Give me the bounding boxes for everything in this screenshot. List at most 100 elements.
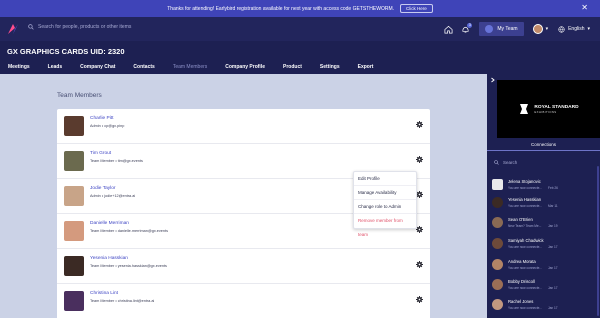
company-title: GX GRAPHICS CARDS UID: 2320 [7,47,125,56]
member-meta: Team Member • tim@gx.events [90,159,143,163]
contact-date: Feb 26 [548,186,558,190]
sponsor-banner[interactable]: ROYAL STANDARD EXHIBITIONS [497,80,600,138]
my-team-button[interactable]: My Team [479,22,524,36]
chevron-down-icon: ▾ [545,26,549,32]
member-name[interactable]: Yesenia Hasskian [90,256,128,261]
royal-standard-logo-icon [520,104,529,114]
search-icon [28,24,34,30]
connection-item[interactable]: Yesenia Hasskian You are now connecte...… [490,194,597,212]
member-name[interactable]: Tim Grout [90,151,111,156]
team-member-row: Charlie Pitt Admin • cp@gx.pinp [57,109,430,144]
tab-company-chat[interactable]: Company Chat [80,64,115,70]
main-nav: Meetings Leads Company Chat Contacts Tea… [0,60,383,74]
member-meta: Team Member • danielle.merriman@gx.event… [90,229,168,233]
contact-message: You are now connecte... [508,245,543,249]
gear-icon[interactable] [416,191,423,198]
search-icon [494,160,499,165]
team-member-row: Christina Lint Team Member • christina.l… [57,284,430,318]
member-meta: Admin • jodie+12@entra.ai [90,194,136,198]
member-avatar [64,256,84,276]
home-icon[interactable] [444,25,453,34]
sidebar-scrollbar[interactable] [597,166,599,316]
gear-icon[interactable] [416,156,423,163]
gear-icon[interactable] [416,226,423,233]
contact-date: Jan 17 [548,245,558,249]
collapse-sidebar-icon[interactable] [490,77,496,83]
contact-name: Samiyah Chadwick [508,238,544,243]
contact-date: Jan 17 [548,266,558,270]
gear-icon[interactable] [416,261,423,268]
team-member-row: Yesenia Hasskian Team Member • yesenia.h… [57,249,430,284]
contact-name: Sean O'Brien [508,217,533,222]
team-avatar [485,25,494,33]
search-placeholder: Search for people, products or other ite… [38,24,132,30]
brand-title: ROYAL STANDARD [534,104,579,110]
contact-name: Bobby Driscoll [508,279,535,284]
menu-item-edit-profile[interactable]: Edit Profile [354,172,416,186]
contact-date: Jan 19 [548,224,558,228]
tab-settings[interactable]: Settings [320,64,340,70]
contact-message: You are now connecte... [508,204,543,208]
tab-connections[interactable]: Connections [487,138,600,151]
contact-message: You are now connecte... [508,266,543,270]
member-meta: Team Member • christina.lint@entra.ai [90,299,155,303]
gear-icon[interactable] [416,296,423,303]
member-avatar [64,151,84,171]
connection-item[interactable]: Rachel Jones You are now connecte... Jan… [490,296,597,314]
brand-subtitle: EXHIBITIONS [534,109,557,114]
member-name[interactable]: Charlie Pitt [90,116,113,121]
tab-leads[interactable]: Leads [48,64,62,70]
notifications-button[interactable]: 3 [461,22,473,34]
contact-message: You are now connecte... [508,186,543,190]
gear-icon[interactable] [416,121,423,128]
connection-item[interactable]: Bobby Driscoll You are now connecte... J… [490,276,597,294]
member-name[interactable]: Christina Lint [90,291,118,296]
connection-item[interactable]: Sean O'Brien New Team? Team Me... Jan 19 [490,214,597,232]
contact-avatar [492,197,503,208]
tab-product[interactable]: Product [283,64,302,70]
menu-item-remove-member[interactable]: Remove member from team [354,214,416,237]
globe-icon [558,25,565,33]
member-avatar [64,186,84,206]
member-name[interactable]: Jodie Taylor [90,186,116,191]
banner-cta-button[interactable]: Click Here [400,4,433,13]
tab-contacts[interactable]: Contacts [133,64,154,70]
top-actions: 3 My Team ▾ English ▾ [436,21,590,37]
contact-name: Andrea Morata [508,259,536,264]
contact-avatar [492,238,503,249]
contact-date: Jan 17 [548,306,558,310]
connection-item[interactable]: Andrea Morata You are now connecte... Ja… [490,256,597,274]
contact-message: You are now connecte... [508,286,543,290]
contact-name: Jelena Stojanovic [508,179,541,184]
announcement-banner: Thanks for attending! Earlybird registra… [0,0,600,17]
notification-badge: 3 [467,22,473,28]
banner-close-icon[interactable]: ✕ [581,4,588,12]
contact-name: Yesenia Hasskian [508,197,542,202]
contact-message: New Team? Team Me... [508,224,542,228]
connections-search-input[interactable]: Search [494,160,517,165]
tab-meetings[interactable]: Meetings [8,64,30,70]
menu-item-manage-availability[interactable]: Manage Availability [354,186,416,200]
tab-team-members[interactable]: Team Members [173,64,207,70]
user-avatar [532,24,543,34]
tab-company-profile[interactable]: Company Profile [225,64,265,70]
user-menu[interactable]: ▾ [532,24,549,34]
connections-sidebar: ROYAL STANDARD EXHIBITIONS Connections S… [487,74,600,318]
contact-message: You are now connecte... [508,306,543,310]
member-avatar [64,291,84,311]
page-title: Team Members [57,92,102,99]
member-avatar [64,221,84,241]
member-name[interactable]: Danielle Merriman [90,221,129,226]
search-placeholder: Search [503,160,518,165]
app-logo-icon[interactable] [7,23,19,35]
language-selector[interactable]: English ▾ [558,25,590,33]
tab-export[interactable]: Export [358,64,374,70]
connection-item[interactable]: Samiyah Chadwick You are now connecte...… [490,235,597,253]
global-search-input[interactable]: Search for people, products or other ite… [28,24,131,30]
language-label: English [568,26,585,32]
contact-avatar [492,217,503,228]
connection-item[interactable]: Jelena Stojanovic You are now connecte..… [490,176,597,194]
member-meta: Team Member • yesenia.hasskian@gx.events [90,264,167,268]
menu-item-change-role[interactable]: Change role to Admin [354,200,416,214]
contact-name: Rachel Jones [508,299,534,304]
